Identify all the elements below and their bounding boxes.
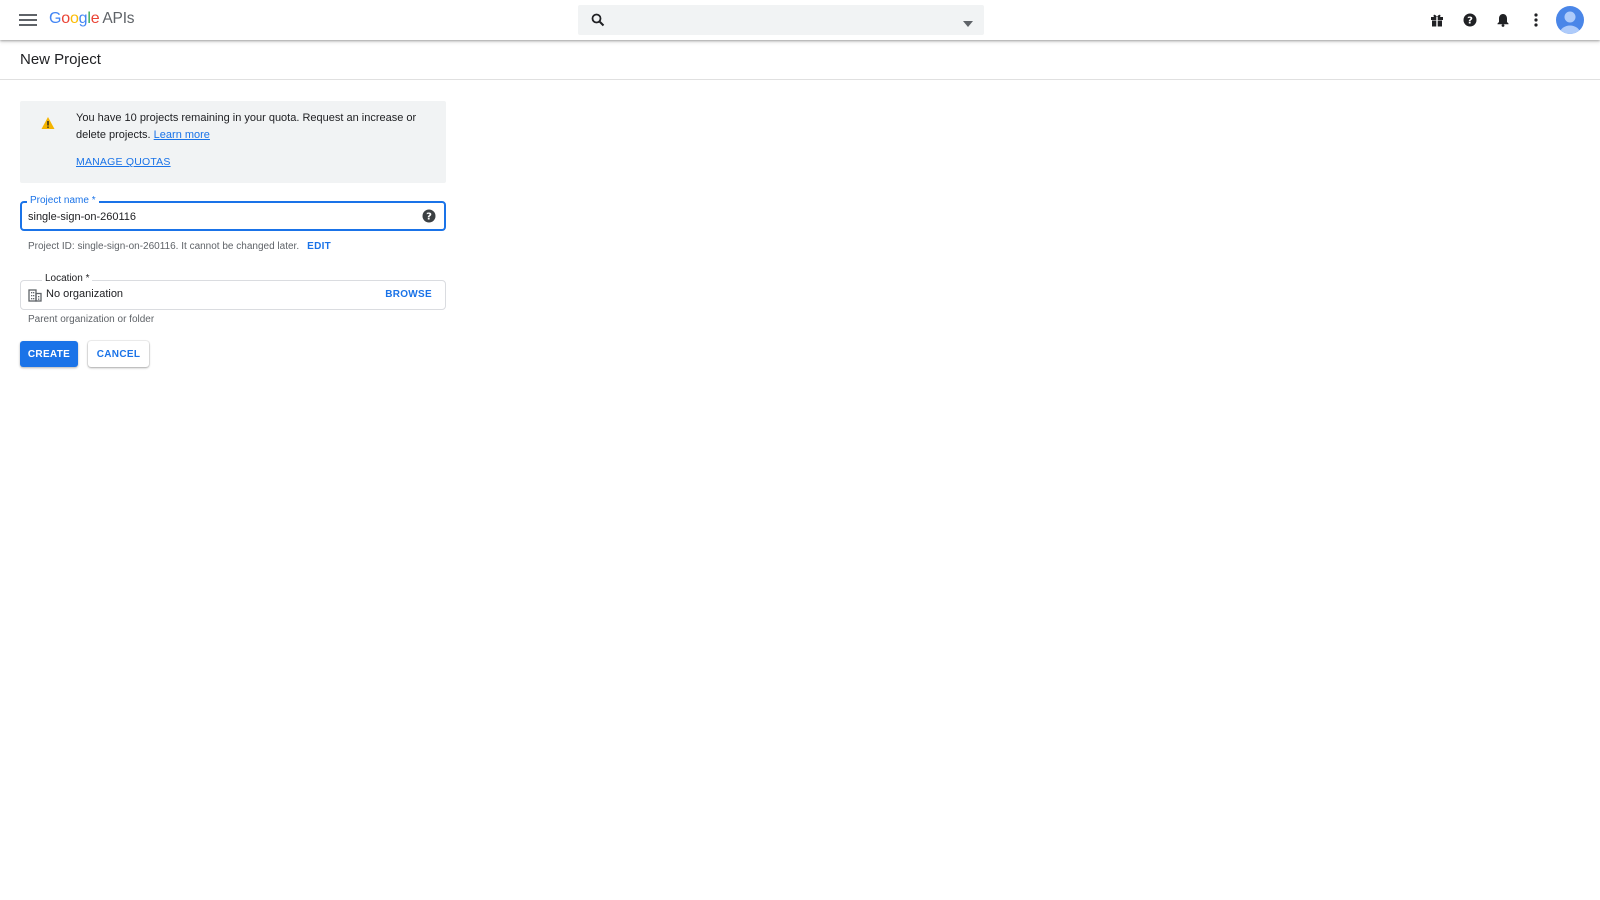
help-icon[interactable]: ?	[422, 209, 436, 223]
manage-quotas-link[interactable]: MANAGE QUOTAS	[76, 156, 171, 168]
cancel-button[interactable]: CANCEL	[88, 341, 149, 367]
quota-message: You have 10 projects remaining in your q…	[76, 110, 436, 144]
page-header: New Project	[0, 40, 1600, 80]
learn-more-link[interactable]: Learn more	[154, 129, 210, 141]
project-name-label: Project name *	[27, 195, 99, 207]
quota-notice: You have 10 projects remaining in your q…	[20, 101, 446, 183]
location-field[interactable]: Location * No organization BROWSE	[20, 273, 446, 310]
browse-button[interactable]: BROWSE	[385, 289, 432, 300]
dropdown-arrow-icon[interactable]	[962, 15, 974, 27]
warning-icon	[41, 116, 55, 130]
location-value: No organization	[46, 288, 124, 300]
logo-letter: e	[90, 10, 100, 27]
google-wordmark: Google	[49, 10, 100, 28]
gift-icon[interactable]	[1428, 11, 1446, 29]
organization-building-icon	[28, 288, 42, 302]
search-bar[interactable]	[578, 5, 984, 35]
location-hint: Parent organization or folder	[28, 314, 155, 325]
svg-text:?: ?	[426, 212, 432, 223]
project-name-field[interactable]: Project name * ?	[20, 195, 446, 231]
logo-letter: o	[61, 10, 70, 27]
help-icon[interactable]: ?	[1461, 11, 1479, 29]
search-input[interactable]	[614, 10, 934, 30]
svg-text:?: ?	[1467, 16, 1473, 27]
quota-message-text: You have 10 projects remaining in your q…	[76, 112, 417, 141]
edit-project-id-button[interactable]: EDIT	[307, 241, 331, 252]
notifications-bell-icon[interactable]	[1494, 11, 1512, 29]
project-id-hint: Project ID: single-sign-on-260116. It ca…	[28, 241, 331, 252]
top-app-bar: Google APIs ?	[0, 0, 1600, 40]
search-icon	[591, 13, 605, 27]
google-apis-logo[interactable]: Google APIs	[49, 10, 135, 30]
account-avatar[interactable]	[1556, 6, 1584, 34]
logo-suffix: APIs	[102, 10, 135, 27]
logo-letter: G	[49, 10, 62, 27]
logo-letter: o	[69, 10, 79, 27]
project-name-input[interactable]	[28, 208, 408, 226]
location-label: Location *	[42, 273, 93, 285]
create-button[interactable]: CREATE	[20, 341, 78, 367]
project-id-text: Project ID: single-sign-on-260116. It ca…	[28, 241, 300, 252]
menu-icon[interactable]	[16, 8, 40, 32]
more-vert-icon[interactable]	[1527, 11, 1545, 29]
page-title: New Project	[20, 51, 101, 68]
